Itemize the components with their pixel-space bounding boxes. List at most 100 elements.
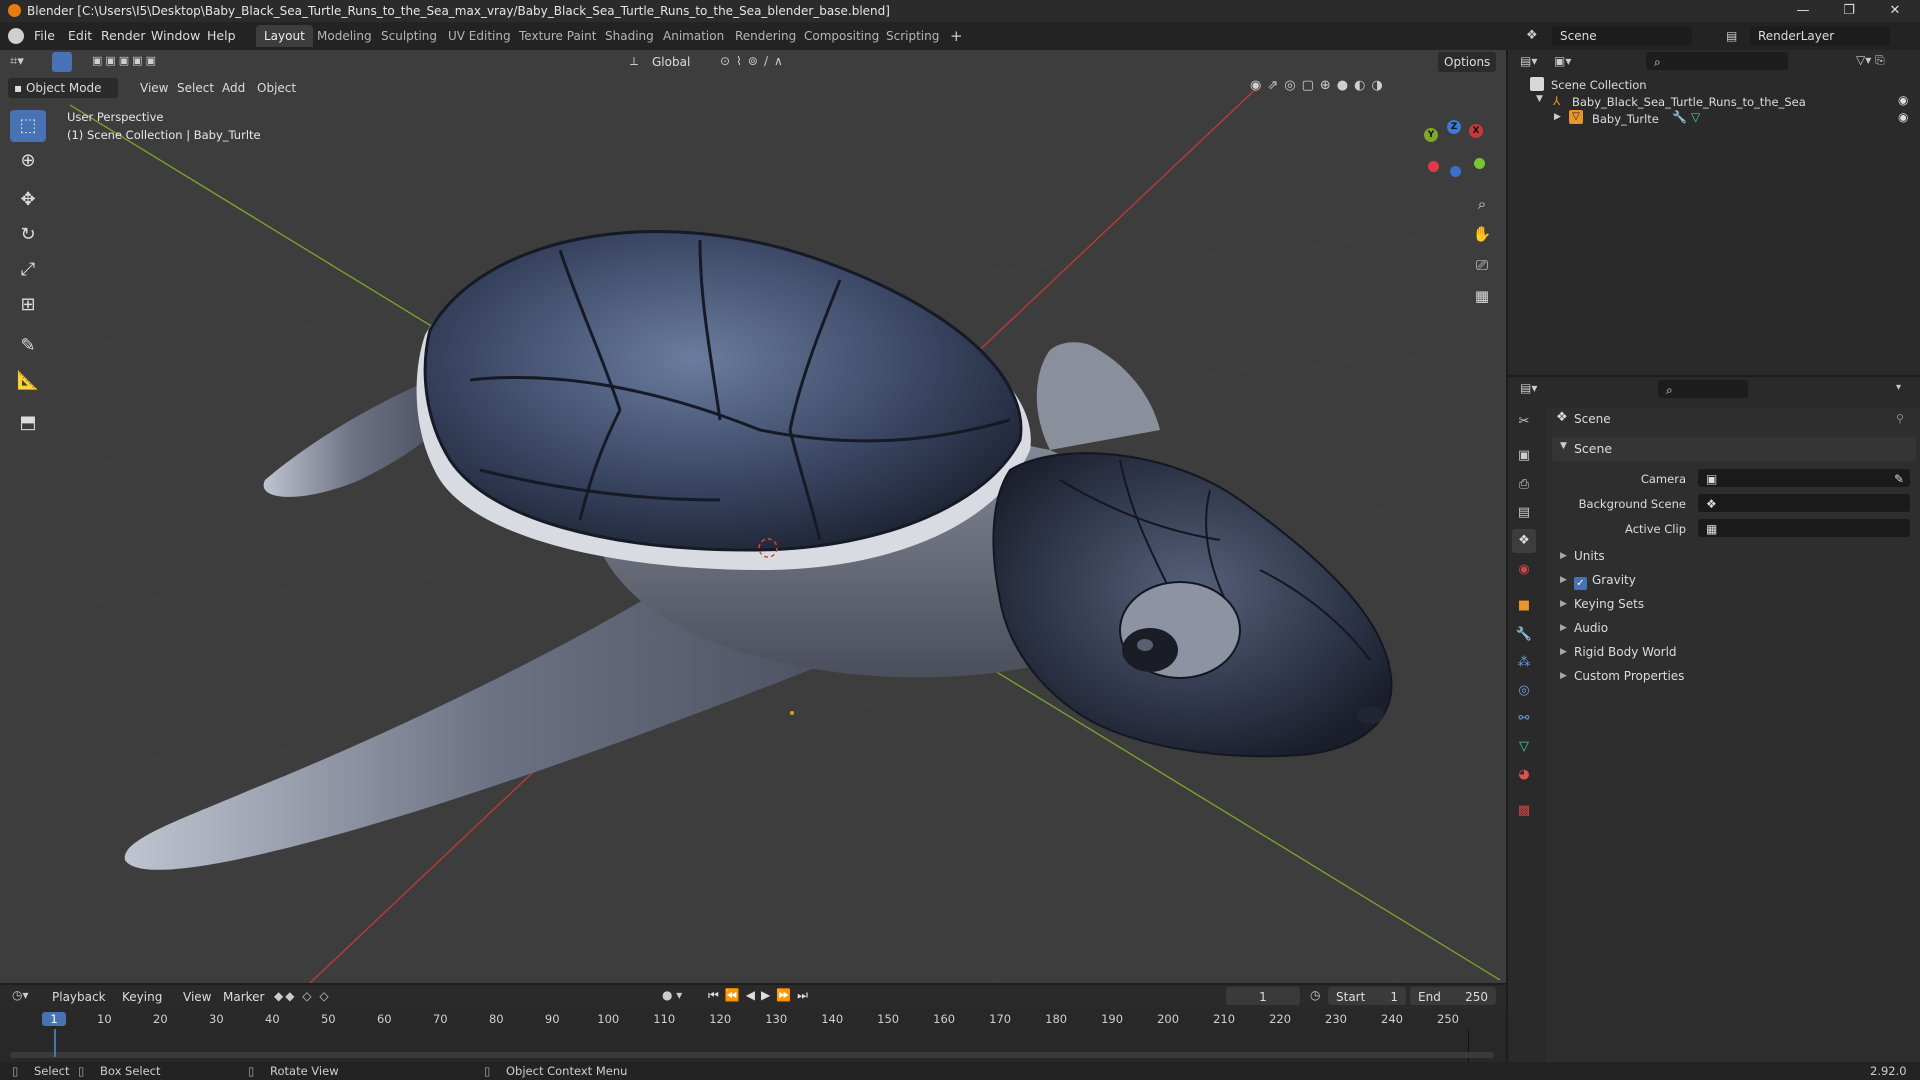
expand-arrow-icon[interactable]: ▼ — [1536, 94, 1543, 104]
transform-orientation-dropdown[interactable]: Global — [646, 52, 696, 72]
blender-menu-icon[interactable] — [8, 28, 24, 44]
tab-animation[interactable]: Animation — [655, 25, 732, 47]
playback-controls-icons[interactable]: ⏮⏪◀▶⏩⏭ — [708, 988, 814, 1003]
gizmo-y-icon[interactable]: Y — [1424, 128, 1438, 142]
tab-uv-editing[interactable]: UV Editing — [440, 25, 519, 47]
gravity-checkbox[interactable]: ✓ — [1574, 573, 1587, 590]
outliner-search[interactable]: ⌕ — [1646, 52, 1788, 70]
constraints-tab-icon[interactable]: ⚯ — [1512, 707, 1536, 731]
expand-arrow-icon[interactable]: ▶ — [1560, 599, 1567, 609]
add-cube-tool-icon[interactable]: ⬒ — [10, 407, 46, 439]
visibility-eye-icon[interactable]: ◉ — [1898, 110, 1908, 124]
scene-panel-header[interactable]: Scene — [1574, 441, 1612, 456]
add-workspace-button[interactable]: + — [942, 25, 971, 47]
outliner-object[interactable]: Baby_Turlte — [1592, 112, 1659, 126]
mesh-data-icon[interactable]: ▽ — [1691, 110, 1700, 124]
annotate-tool-icon[interactable]: ✎ — [10, 330, 46, 362]
frame-ruler[interactable]: 1 10 20 30 40 50 60 70 80 90 100 110 120 130 140 150 160… — [0, 1009, 1506, 1029]
expand-arrow-icon[interactable]: ▶ — [1560, 551, 1567, 561]
timeline-menu-keying[interactable]: Keying — [116, 987, 168, 1007]
output-tab-icon[interactable]: ⎙ — [1512, 473, 1536, 497]
options-dropdown[interactable]: Options — [1438, 52, 1497, 72]
editor-type-icon[interactable]: ⌗▾ — [10, 52, 36, 72]
zoom-icon[interactable]: ⌕ — [1468, 190, 1496, 218]
menu-edit[interactable]: Edit — [68, 22, 92, 50]
selection-mode-icons[interactable]: ▣▣▣▣▣ — [92, 54, 178, 70]
camera-field[interactable]: ▣ ✎ — [1698, 469, 1910, 487]
viewport-menu-view[interactable]: View — [134, 78, 174, 98]
turtle-model[interactable] — [124, 229, 1393, 870]
tab-sculpting[interactable]: Sculpting — [373, 25, 445, 47]
outliner-editor-icon[interactable]: ▤▾ — [1520, 54, 1544, 70]
scene-field[interactable]: Scene — [1552, 26, 1692, 46]
playhead-line[interactable] — [54, 1029, 56, 1057]
select-box-tool-icon[interactable]: ⬚ — [10, 110, 46, 142]
timeline-menu-view[interactable]: View — [177, 987, 217, 1007]
active-clip-field[interactable]: ▦ — [1698, 519, 1910, 537]
render-tab-icon[interactable]: ▣ — [1512, 444, 1536, 468]
gizmo-z-icon[interactable]: Z — [1447, 120, 1461, 134]
world-tab-icon[interactable]: ◉ — [1512, 558, 1536, 582]
end-frame-field[interactable]: End 250 — [1410, 987, 1496, 1005]
units-panel-header[interactable]: Units — [1574, 549, 1605, 563]
move-tool-icon[interactable]: ✥ — [10, 184, 46, 216]
record-icon[interactable]: ● ▾ — [662, 988, 682, 1002]
menu-window[interactable]: Window — [151, 22, 200, 50]
pin-icon[interactable]: ⚲ — [1896, 412, 1904, 425]
expand-arrow-icon[interactable]: ▶ — [1560, 623, 1567, 633]
close-button[interactable]: ✕ — [1872, 0, 1918, 22]
keying-sets-panel-header[interactable]: Keying Sets — [1574, 597, 1644, 611]
select-tool-icon[interactable] — [52, 52, 72, 72]
tab-texture-paint[interactable]: Texture Paint — [511, 25, 604, 47]
tab-compositing[interactable]: Compositing — [796, 25, 887, 47]
tab-shading[interactable]: Shading — [597, 25, 662, 47]
physics-tab-icon[interactable]: ◎ — [1512, 679, 1536, 703]
tool-settings-tab-icon[interactable]: ✂ — [1512, 410, 1536, 434]
scale-tool-icon[interactable]: ⤢ — [10, 254, 46, 286]
gizmo-neg-z-icon[interactable] — [1450, 166, 1461, 177]
expand-arrow-icon[interactable]: ▶ — [1560, 671, 1567, 681]
scene-selector-icon[interactable]: ❖ — [1526, 27, 1544, 45]
modifier-tab-icon[interactable]: 🔧 — [1512, 623, 1536, 647]
tab-rendering[interactable]: Rendering — [727, 25, 804, 47]
object-tab-icon[interactable]: ■ — [1512, 594, 1536, 618]
timeline-editor-icon[interactable]: ◷▾ — [12, 988, 40, 1002]
menu-file[interactable]: File — [34, 22, 55, 50]
properties-editor-icon[interactable]: ▤▾ — [1520, 381, 1544, 395]
background-scene-field[interactable]: ❖ — [1698, 494, 1910, 512]
filter-icon[interactable]: ▽▾ ⎘ — [1856, 53, 1906, 68]
gizmo-x-icon[interactable]: X — [1469, 124, 1483, 138]
visibility-eye-icon[interactable]: ◉ — [1898, 93, 1908, 107]
tab-modeling[interactable]: Modeling — [309, 25, 380, 47]
transform-tool-icon[interactable]: ⊞ — [10, 289, 46, 321]
viewport-shading-icons[interactable]: ◉⇗◎▢⊕●◐◑ — [1250, 78, 1490, 98]
modifier-wrench-icon[interactable]: 🔧 — [1672, 110, 1687, 124]
particles-tab-icon[interactable]: ⁂ — [1512, 651, 1536, 675]
gizmo-neg-x-icon[interactable] — [1428, 161, 1439, 172]
view-layer-tab-icon[interactable]: ▤ — [1512, 501, 1536, 525]
viewport-menu-add[interactable]: Add — [216, 78, 251, 98]
viewport-menu-select[interactable]: Select — [171, 78, 220, 98]
eyedropper-icon[interactable]: ✎ — [1894, 469, 1910, 489]
timeline-scrollbar[interactable] — [10, 1052, 1494, 1058]
camera-view-icon[interactable]: ⎚ — [1468, 251, 1496, 279]
custom-properties-panel-header[interactable]: Custom Properties — [1574, 669, 1684, 683]
outliner-scene-collection[interactable]: Scene Collection — [1551, 78, 1647, 92]
material-tab-icon[interactable]: ◕ — [1512, 763, 1536, 787]
outliner-collection[interactable]: Baby_Black_Sea_Turtle_Runs_to_the_Sea — [1572, 95, 1806, 109]
keyframe-icons[interactable]: ◆◆ ◇ ◇ — [274, 989, 331, 1003]
rigid-body-world-panel-header[interactable]: Rigid Body World — [1574, 645, 1677, 659]
gizmo-neg-y-icon[interactable] — [1474, 158, 1485, 169]
gravity-panel-header[interactable]: Gravity — [1592, 573, 1636, 587]
timeline-menu-marker[interactable]: Marker — [217, 987, 270, 1007]
ortho-grid-icon[interactable]: ▦ — [1468, 282, 1496, 310]
measure-tool-icon[interactable]: 📐 — [10, 365, 46, 397]
texture-tab-icon[interactable]: ▩ — [1512, 799, 1536, 823]
tab-scripting[interactable]: Scripting — [878, 25, 947, 47]
menu-render[interactable]: Render — [101, 22, 146, 50]
expand-arrow-icon[interactable]: ▶ — [1560, 647, 1567, 657]
timeline-menu-playback[interactable]: Playback — [46, 987, 112, 1007]
snapping-icons[interactable]: ⊙⌇⊚∕∧ — [720, 53, 850, 69]
start-frame-field[interactable]: Start 1 — [1328, 987, 1406, 1005]
expand-arrow-icon[interactable]: ▶ — [1554, 112, 1561, 122]
